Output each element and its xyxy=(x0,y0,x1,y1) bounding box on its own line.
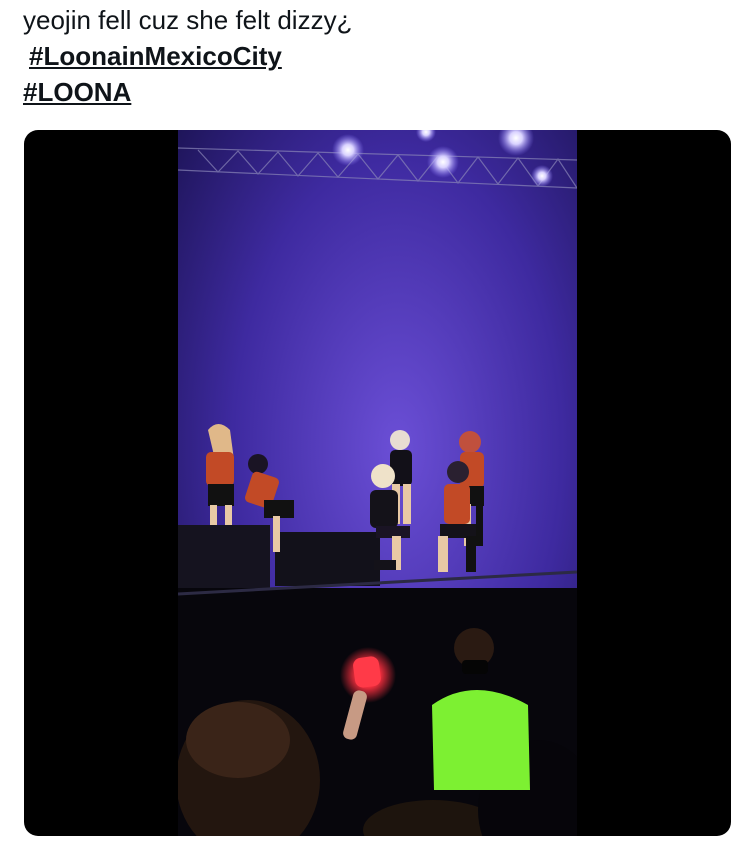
hashtag-link-loona[interactable]: #LOONA xyxy=(23,77,131,107)
tweet-text: yeojin fell cuz she felt dizzy¿ #Loonain… xyxy=(23,2,723,110)
tweet-media-video[interactable] xyxy=(24,130,731,836)
concert-video-frame xyxy=(178,130,577,836)
hashtag-link-loonainmexicocity[interactable]: #LoonainMexicoCity xyxy=(29,41,282,71)
tweet-text-line: yeojin fell cuz she felt dizzy¿ xyxy=(23,5,353,35)
